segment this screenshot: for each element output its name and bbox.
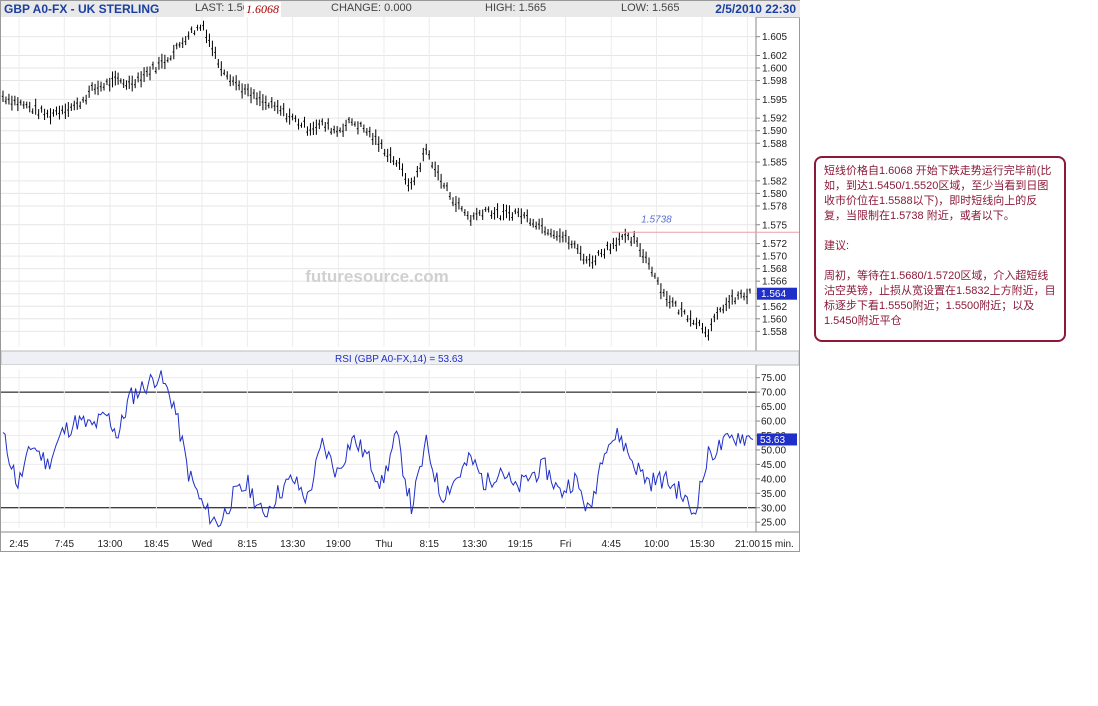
rsi-axis: 25.0030.0035.0040.0045.0050.0055.0060.00… (756, 373, 786, 529)
price-tick-label: 1.570 (762, 252, 787, 263)
chart-header: GBP A0-FX - UK STERLING LAST: 1.56 1.606… (1, 1, 800, 18)
time-tick-label: 21:00 (735, 539, 760, 550)
time-tick-label: 13:30 (462, 539, 487, 550)
price-tick-label: 1.592 (762, 114, 787, 125)
rsi-title: RSI (GBP A0-FX,14) = 53.63 (335, 354, 463, 365)
price-tick-label: 1.582 (762, 176, 787, 187)
chart-frame: GBP A0-FX - UK STERLING LAST: 1.56 1.606… (0, 0, 800, 552)
low-label: LOW: 1.565 (621, 2, 680, 14)
time-tick-label: 19:00 (326, 539, 351, 550)
time-tick-label: Fri (560, 539, 572, 550)
time-tick-label: 7:45 (55, 539, 75, 550)
last-price-annotation: 1.6068 (244, 2, 281, 17)
price-panel (1, 17, 756, 351)
rsi-panel (1, 365, 756, 532)
change-label: CHANGE: 0.000 (331, 2, 412, 14)
price-tick-label: 1.605 (762, 32, 787, 43)
rsi-tick-label: 50.00 (761, 445, 786, 456)
price-tick-label: 1.588 (762, 139, 787, 150)
watermark: futuresource.com (305, 267, 449, 286)
price-tick-label: 1.558 (762, 327, 787, 338)
chart-datetime: 2/5/2010 22:30 (715, 2, 796, 16)
annotation-box: 短线价格自1.6068 开始下跌走势运行完毕前(比如，到达1.5450/1.55… (814, 156, 1066, 342)
high-label: HIGH: 1.565 (485, 2, 547, 14)
rsi-tick-label: 25.00 (761, 518, 786, 529)
time-tick-label: 13:00 (97, 539, 122, 550)
rsi-tick-label: 75.00 (761, 373, 786, 384)
price-tick-label: 1.572 (762, 239, 787, 250)
last-price-tag-text: 1.564 (761, 289, 786, 300)
reference-line-label: 1.5738 (641, 214, 672, 225)
price-tick-label: 1.595 (762, 95, 787, 106)
price-tick-label: 1.580 (762, 189, 787, 200)
time-axis: 2:45 7:45 13:00 18:45 Wed 8:15 13:30 19:00 Thu 8:… (9, 539, 760, 550)
annotation-paragraph-3: 周初，等待在1.5680/1.5720区域，介入超短线沽空英镑，止损从宽设置在1… (824, 270, 1056, 327)
price-tick-label: 1.568 (762, 264, 787, 275)
time-tick-label: 15:30 (690, 539, 715, 550)
time-tick-label: Wed (192, 539, 212, 550)
time-tick-label: 4:45 (601, 539, 621, 550)
time-tick-label: 2:45 (9, 539, 29, 550)
annotation-paragraph-1: 短线价格自1.6068 开始下跌走势运行完毕前(比如，到达1.5450/1.55… (824, 165, 1052, 222)
price-tick-label: 1.562 (762, 302, 787, 313)
time-tick-label: Thu (375, 539, 392, 550)
rsi-tick-label: 30.00 (761, 503, 786, 514)
time-tick-label: 8:15 (420, 539, 440, 550)
price-tick-label: 1.600 (762, 64, 787, 75)
time-tick-label: 8:15 (238, 539, 258, 550)
rsi-value-tag-text: 53.63 (760, 435, 785, 446)
time-tick-label: 19:15 (508, 539, 533, 550)
interval-label: 15 min. (761, 539, 794, 550)
last-price-label: LAST: 1.56 (195, 2, 249, 14)
rsi-tick-label: 65.00 (761, 402, 786, 413)
time-tick-label: 18:45 (144, 539, 169, 550)
time-tick-label: 10:00 (644, 539, 669, 550)
rsi-tick-label: 35.00 (761, 489, 786, 500)
rsi-tick-label: 45.00 (761, 460, 786, 471)
time-tick-label: 13:30 (280, 539, 305, 550)
rsi-tick-label: 40.00 (761, 474, 786, 485)
annotation-paragraph-2: 建议: (824, 240, 850, 252)
rsi-tick-label: 70.00 (761, 388, 786, 399)
price-tick-label: 1.602 (762, 51, 787, 62)
price-tick-label: 1.585 (762, 158, 787, 169)
price-tick-label: 1.578 (762, 201, 787, 212)
price-tick-label: 1.575 (762, 220, 787, 231)
price-tick-label: 1.598 (762, 76, 787, 87)
rsi-tick-label: 60.00 (761, 417, 786, 428)
symbol-title: GBP A0-FX - UK STERLING (4, 2, 160, 16)
price-tick-label: 1.566 (762, 277, 787, 288)
price-tick-label: 1.560 (762, 314, 787, 325)
chart-svg: 1.558 1.5601.562 1.5641.566 1.5681.570 1.572… (1, 17, 799, 550)
price-tick-label: 1.590 (762, 126, 787, 137)
